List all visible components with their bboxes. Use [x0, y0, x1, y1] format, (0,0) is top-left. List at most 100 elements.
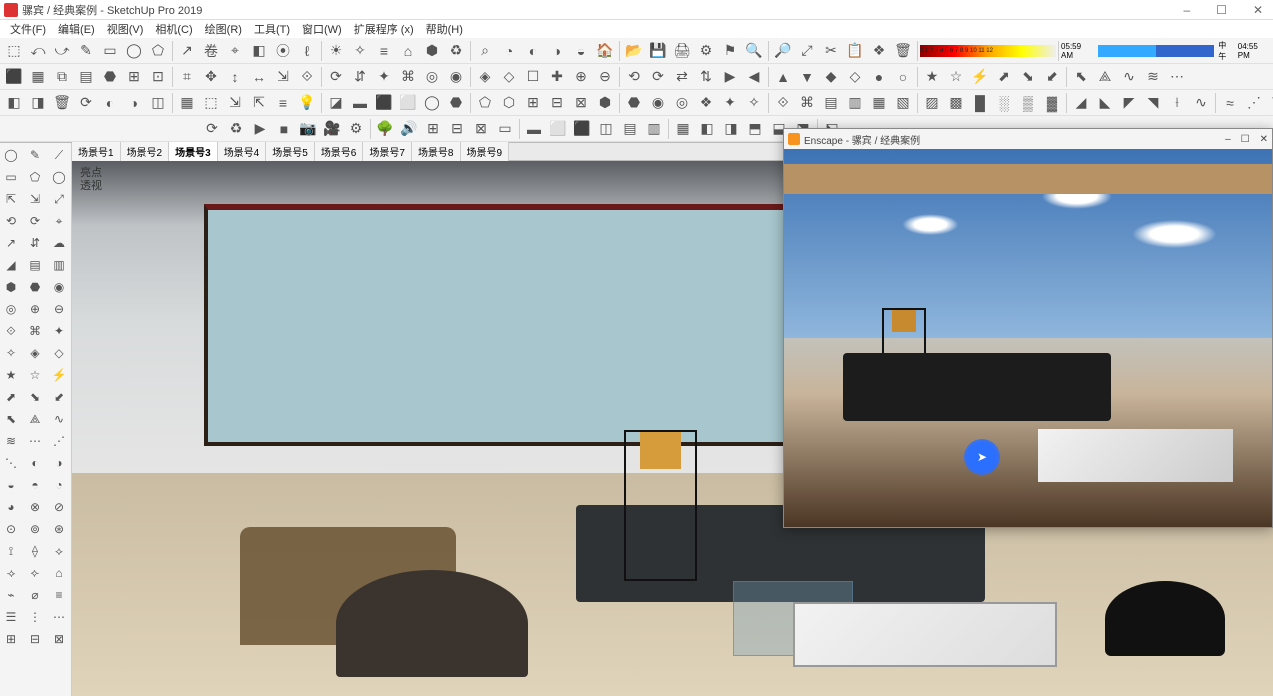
left-tool-34[interactable]: ⬊: [24, 387, 46, 407]
left-tool-37[interactable]: ⟁: [24, 409, 46, 429]
toolbar3-btn-32[interactable]: ⌘: [795, 91, 819, 115]
toolbar2-btn-12[interactable]: ⟐: [295, 65, 319, 89]
toolbar2-btn-44[interactable]: ⟁: [1093, 65, 1117, 89]
toolbar2-btn-15[interactable]: ✦: [372, 65, 396, 89]
toolbar3-btn-1[interactable]: ◨: [26, 91, 50, 115]
toolbar2-btn-31[interactable]: ▲: [771, 65, 795, 89]
toolbar2-btn-3[interactable]: ▤: [74, 65, 98, 89]
toolbar4-btn-19[interactable]: ▦: [671, 117, 695, 141]
toolbar3-btn-25[interactable]: ⬣: [622, 91, 646, 115]
left-tool-10[interactable]: ⟳: [24, 211, 46, 231]
toolbar2-btn-37[interactable]: ★: [920, 65, 944, 89]
toolbar3-btn-12[interactable]: 💡: [295, 91, 319, 115]
toolbar3-btn-50[interactable]: ⋰: [1242, 91, 1266, 115]
toolbar2-btn-18[interactable]: ◉: [444, 65, 468, 89]
left-tool-42[interactable]: ⋱: [0, 453, 22, 473]
toolbar2-btn-22[interactable]: ✚: [545, 65, 569, 89]
toolbar3-btn-8[interactable]: ⬚: [199, 91, 223, 115]
toolbar3-btn-27[interactable]: ◎: [670, 91, 694, 115]
toolbar1-btn-12[interactable]: ℓ: [295, 39, 319, 63]
toolbar2-btn-16[interactable]: ⌘: [396, 65, 420, 89]
toolbar2-btn-9[interactable]: ↕: [223, 65, 247, 89]
left-tool-22[interactable]: ⊕: [24, 299, 46, 319]
toolbar3-btn-23[interactable]: ⊠: [569, 91, 593, 115]
toolbar3-btn-33[interactable]: ▤: [819, 91, 843, 115]
toolbar3-btn-19[interactable]: ⬠: [473, 91, 497, 115]
left-tool-30[interactable]: ★: [0, 365, 22, 385]
toolbar4-btn-20[interactable]: ◧: [695, 117, 719, 141]
left-tool-39[interactable]: ≋: [0, 431, 22, 451]
left-tool-29[interactable]: ◇: [48, 343, 70, 363]
left-tool-52[interactable]: ⊚: [24, 519, 46, 539]
shadow-gradient-bar[interactable]: 0 1 2 3 4 5 6 7 8 9 10 11 12: [920, 45, 1056, 57]
left-tool-33[interactable]: ⬈: [0, 387, 22, 407]
left-tool-19[interactable]: ⬣: [24, 277, 46, 297]
toolbar2-btn-38[interactable]: ☆: [944, 65, 968, 89]
toolbar2-btn-46[interactable]: ≋: [1141, 65, 1165, 89]
menu-edit[interactable]: 编辑(E): [52, 21, 101, 37]
toolbar4-btn-10[interactable]: ⊟: [445, 117, 469, 141]
toolbar3-btn-37[interactable]: ▨: [920, 91, 944, 115]
toolbar2-btn-19[interactable]: ◈: [473, 65, 497, 89]
toolbar2-btn-21[interactable]: ☐: [521, 65, 545, 89]
toolbar4-btn-9[interactable]: ⊞: [421, 117, 445, 141]
left-tool-31[interactable]: ☆: [24, 365, 46, 385]
toolbar2-btn-36[interactable]: ○: [891, 65, 915, 89]
minimize-button[interactable]: –: [1177, 3, 1196, 17]
toolbar1-btn-2[interactable]: ⤻: [50, 39, 74, 63]
toolbar1-btn-27[interactable]: 🖨: [670, 39, 694, 63]
toolbar3-btn-17[interactable]: ◯: [420, 91, 444, 115]
toolbar1-btn-3[interactable]: ✎: [74, 39, 98, 63]
left-tool-68[interactable]: ⊠: [48, 629, 70, 649]
toolbar1-btn-9[interactable]: ⌖: [223, 39, 247, 63]
enscape-minimize-button[interactable]: –: [1225, 134, 1231, 145]
toolbar1-btn-30[interactable]: 🔍: [742, 39, 766, 63]
close-button[interactable]: ✕: [1247, 3, 1269, 17]
toolbar3-btn-41[interactable]: ▒: [1016, 91, 1040, 115]
scene-tab-5[interactable]: 场景号5: [266, 142, 315, 161]
toolbar3-btn-45[interactable]: ◤: [1117, 91, 1141, 115]
toolbar4-btn-11[interactable]: ⊠: [469, 117, 493, 141]
enscape-title-bar[interactable]: Enscape - 骡宾 / 经典案例 – ☐ ✕: [784, 129, 1272, 149]
toolbar2-btn-7[interactable]: ⌗: [175, 65, 199, 89]
toolbar1-btn-6[interactable]: ⬠: [146, 39, 170, 63]
toolbar2-btn-17[interactable]: ◎: [420, 65, 444, 89]
scene-tab-9[interactable]: 场景号9: [461, 142, 510, 161]
left-tool-54[interactable]: ⟟: [0, 541, 22, 561]
toolbar1-btn-24[interactable]: 🏠: [593, 39, 617, 63]
toolbar2-btn-43[interactable]: ⬉: [1069, 65, 1093, 89]
toolbar3-btn-4[interactable]: ◐: [98, 91, 122, 115]
left-tool-20[interactable]: ◉: [48, 277, 70, 297]
left-tool-59[interactable]: ⌂: [48, 563, 70, 583]
left-tool-18[interactable]: ⬢: [0, 277, 22, 297]
left-tool-43[interactable]: ◐: [24, 453, 46, 473]
enscape-maximize-button[interactable]: ☐: [1241, 134, 1250, 145]
toolbar4-btn-16[interactable]: ◫: [594, 117, 618, 141]
toolbar2-btn-2[interactable]: ⧉: [50, 65, 74, 89]
toolbar4-btn-13[interactable]: ▬: [522, 117, 546, 141]
left-tool-8[interactable]: ⤢: [48, 189, 70, 209]
left-tool-50[interactable]: ⊘: [48, 497, 70, 517]
toolbar4-btn-0[interactable]: ⟳: [200, 117, 224, 141]
toolbar4-btn-4[interactable]: 📷: [296, 117, 320, 141]
toolbar4-btn-2[interactable]: ▶: [248, 117, 272, 141]
toolbar3-btn-49[interactable]: ≈: [1218, 91, 1242, 115]
toolbar1-btn-26[interactable]: 💾: [646, 39, 670, 63]
left-tool-48[interactable]: ◕: [0, 497, 22, 517]
scene-tab-2[interactable]: 场景号2: [121, 142, 170, 161]
toolbar3-btn-10[interactable]: ⇱: [247, 91, 271, 115]
toolbar1-btn-15[interactable]: ≡: [372, 39, 396, 63]
toolbar2-btn-4[interactable]: ⬣: [98, 65, 122, 89]
left-tool-26[interactable]: ✦: [48, 321, 70, 341]
menu-help[interactable]: 帮助(H): [420, 21, 469, 37]
toolbar3-btn-18[interactable]: ⬣: [444, 91, 468, 115]
toolbar3-btn-42[interactable]: ▓: [1040, 91, 1064, 115]
left-tool-0[interactable]: ◯: [0, 145, 22, 165]
toolbar1-btn-20[interactable]: ◔: [497, 39, 521, 63]
left-tool-58[interactable]: ⟣: [24, 563, 46, 583]
left-tool-46[interactable]: ◓: [24, 475, 46, 495]
toolbar2-btn-28[interactable]: ⇅: [694, 65, 718, 89]
toolbar1-btn-14[interactable]: ✧: [348, 39, 372, 63]
left-tool-56[interactable]: ⟡: [48, 541, 70, 561]
toolbar2-btn-5[interactable]: ⊞: [122, 65, 146, 89]
